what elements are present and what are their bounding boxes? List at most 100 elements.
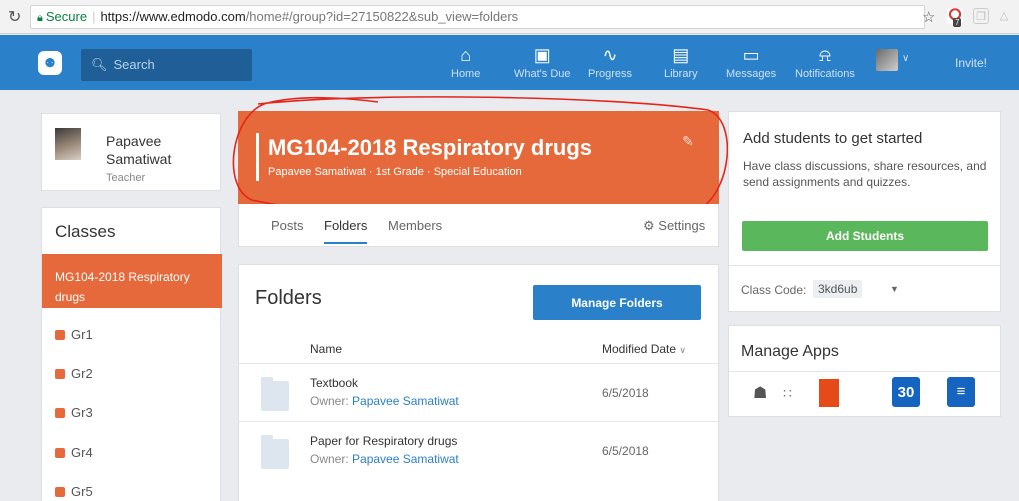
manage-apps-card: Manage Apps ☗ ∷ 30 ≡ bbox=[728, 325, 1001, 417]
owner-link[interactable]: Papavee Samatiwat bbox=[352, 452, 459, 466]
folder-icon bbox=[261, 377, 289, 411]
group-color-swatch bbox=[55, 408, 65, 418]
settings-link[interactable]: ⚙ Settings bbox=[643, 218, 705, 234]
add-students-description: Have class discussions, share resources,… bbox=[743, 159, 987, 189]
office-icon[interactable] bbox=[819, 379, 839, 407]
folder-row[interactable]: Paper for Respiratory drugs Owner: Papav… bbox=[239, 421, 720, 479]
pdf-extension-icon[interactable]: ❐ bbox=[973, 8, 989, 24]
group-label: Gr2 bbox=[71, 366, 93, 381]
reload-icon[interactable]: ↻ bbox=[8, 7, 21, 27]
lock-icon: 🔒︎ bbox=[37, 12, 43, 24]
group-item-gr5[interactable]: Gr5 bbox=[55, 484, 93, 499]
edmodo-logo-icon[interactable]: ⚉ bbox=[38, 51, 62, 75]
group-item-gr2[interactable]: Gr2 bbox=[55, 366, 93, 381]
folder-row[interactable]: Textbook Owner: Papavee Samatiwat 6/5/20… bbox=[239, 363, 720, 421]
avatar[interactable] bbox=[55, 128, 81, 160]
bookmark-star-icon[interactable]: ☆ bbox=[922, 8, 935, 26]
nav-whats-due-label: What's Due bbox=[514, 68, 571, 80]
column-header-modified-date[interactable]: Modified Date ∨ bbox=[602, 342, 686, 356]
nav-messages[interactable]: ▭ Messages bbox=[726, 44, 776, 80]
calendar-icon: ▣ bbox=[533, 45, 551, 65]
nav-library-label: Library bbox=[664, 68, 698, 80]
caret-down-icon[interactable]: ▼ bbox=[890, 284, 899, 294]
calendar-app-icon[interactable]: 30 bbox=[892, 377, 920, 407]
invite-link[interactable]: Invite! bbox=[955, 56, 987, 70]
profile-role: Teacher bbox=[106, 172, 146, 184]
search-placeholder: Search bbox=[113, 57, 155, 72]
add-students-card: Add students to get started Have class d… bbox=[728, 111, 1001, 312]
nav-home[interactable]: ⌂ Home bbox=[451, 44, 480, 80]
group-color-swatch bbox=[55, 487, 65, 497]
address-bar[interactable]: 🔒︎ Secure | https://www.edmodo.com/home#/gr… bbox=[30, 5, 925, 29]
nav-home-label: Home bbox=[451, 68, 481, 80]
add-students-button[interactable]: Add Students bbox=[742, 221, 988, 251]
owner-link[interactable]: Papavee Samatiwat bbox=[352, 394, 459, 408]
user-avatar[interactable] bbox=[876, 49, 898, 71]
group-label: Gr3 bbox=[71, 405, 93, 420]
nav-messages-label: Messages bbox=[726, 68, 777, 80]
group-tabs: Posts Folders Members ⚙ Settings bbox=[238, 204, 719, 247]
profile-name[interactable]: Papavee Samatiwat bbox=[106, 132, 206, 168]
search-input[interactable]: 🔍︎ Search bbox=[81, 49, 252, 81]
classes-heading: Classes bbox=[55, 222, 116, 241]
group-item-gr3[interactable]: Gr3 bbox=[55, 405, 93, 420]
tab-folders[interactable]: Folders bbox=[324, 218, 368, 244]
url-host: https://www.edmodo.com bbox=[100, 9, 246, 24]
folder-owner: Owner: Papavee Samatiwat bbox=[310, 394, 459, 408]
divider bbox=[729, 265, 1000, 266]
group-color-swatch bbox=[55, 330, 65, 340]
bell-icon: ⍾ bbox=[819, 45, 831, 65]
class-item-active[interactable]: MG104-2018 Respiratory drugs bbox=[42, 254, 222, 308]
apps-row: ☗ ∷ 30 ≡ bbox=[729, 371, 1000, 417]
quiz-app-icon[interactable]: ≡ bbox=[947, 377, 975, 407]
group-item-gr1[interactable]: Gr1 bbox=[55, 327, 93, 342]
drive-extension-icon[interactable]: △ bbox=[996, 8, 1012, 24]
store-icon[interactable]: ☗ bbox=[753, 383, 767, 403]
owner-prefix: Owner: bbox=[310, 452, 349, 466]
group-label: Gr5 bbox=[71, 484, 93, 499]
class-code-label: Class Code: bbox=[741, 283, 807, 297]
nav-notifications-label: Notifications bbox=[795, 68, 855, 80]
library-icon: ▤ bbox=[672, 45, 690, 65]
browser-toolbar: ↻ 🔒︎ Secure | https://www.edmodo.com/home#/… bbox=[0, 0, 1019, 34]
group-item-gr4[interactable]: Gr4 bbox=[55, 445, 93, 460]
column-header-name[interactable]: Name bbox=[310, 342, 342, 356]
group-color-swatch bbox=[55, 448, 65, 458]
secure-label: Secure bbox=[45, 9, 88, 24]
manage-apps-heading: Manage Apps bbox=[741, 343, 839, 360]
gear-icon: ⚙ bbox=[643, 218, 655, 233]
top-nav: ⚉ 🔍︎ Search ⌂ Home ▣ What's Due ∿ Progres… bbox=[0, 35, 1019, 90]
home-icon: ⌂ bbox=[460, 45, 472, 65]
class-code-value: 3kd6ub bbox=[813, 280, 863, 298]
settings-label: Settings bbox=[658, 218, 706, 233]
edit-pencil-icon[interactable]: ✎ bbox=[682, 133, 694, 150]
nav-whats-due[interactable]: ▣ What's Due bbox=[514, 44, 571, 80]
extension-badge: 7 bbox=[953, 18, 962, 27]
folder-name[interactable]: Paper for Respiratory drugs bbox=[310, 434, 457, 448]
address-separator: | bbox=[92, 9, 96, 24]
tab-posts[interactable]: Posts bbox=[271, 218, 304, 233]
group-label: Gr1 bbox=[71, 327, 93, 342]
folders-heading: Folders bbox=[255, 287, 322, 309]
group-header: MG104-2018 Respiratory drugs Papavee Sam… bbox=[238, 111, 719, 204]
folder-name[interactable]: Textbook bbox=[310, 376, 358, 390]
nav-progress[interactable]: ∿ Progress bbox=[588, 44, 632, 80]
tab-members[interactable]: Members bbox=[388, 218, 442, 233]
folder-icon bbox=[261, 435, 289, 469]
nav-notifications[interactable]: ⍾ Notifications bbox=[795, 44, 855, 80]
group-color-swatch bbox=[55, 369, 65, 379]
folder-modified-date: 6/5/2018 bbox=[602, 386, 649, 400]
profile-card: Papavee Samatiwat Teacher bbox=[41, 113, 221, 191]
url-path: /home#/group?id=27150822&sub_view=folder… bbox=[245, 9, 519, 24]
nav-progress-label: Progress bbox=[588, 68, 633, 80]
add-students-heading: Add students to get started bbox=[743, 130, 923, 147]
classes-panel: Classes MG104-2018 Respiratory drugs Gr1… bbox=[41, 207, 222, 501]
progress-icon: ∿ bbox=[602, 45, 618, 65]
group-label: Gr4 bbox=[71, 445, 93, 460]
manage-folders-button[interactable]: Manage Folders bbox=[533, 285, 701, 320]
column-header-label: Modified Date bbox=[602, 342, 677, 356]
nav-library[interactable]: ▤ Library bbox=[664, 44, 698, 80]
grid-icon[interactable]: ∷ bbox=[783, 385, 792, 402]
chevron-down-icon[interactable]: ∨ bbox=[902, 53, 909, 64]
messages-icon: ▭ bbox=[742, 45, 760, 65]
